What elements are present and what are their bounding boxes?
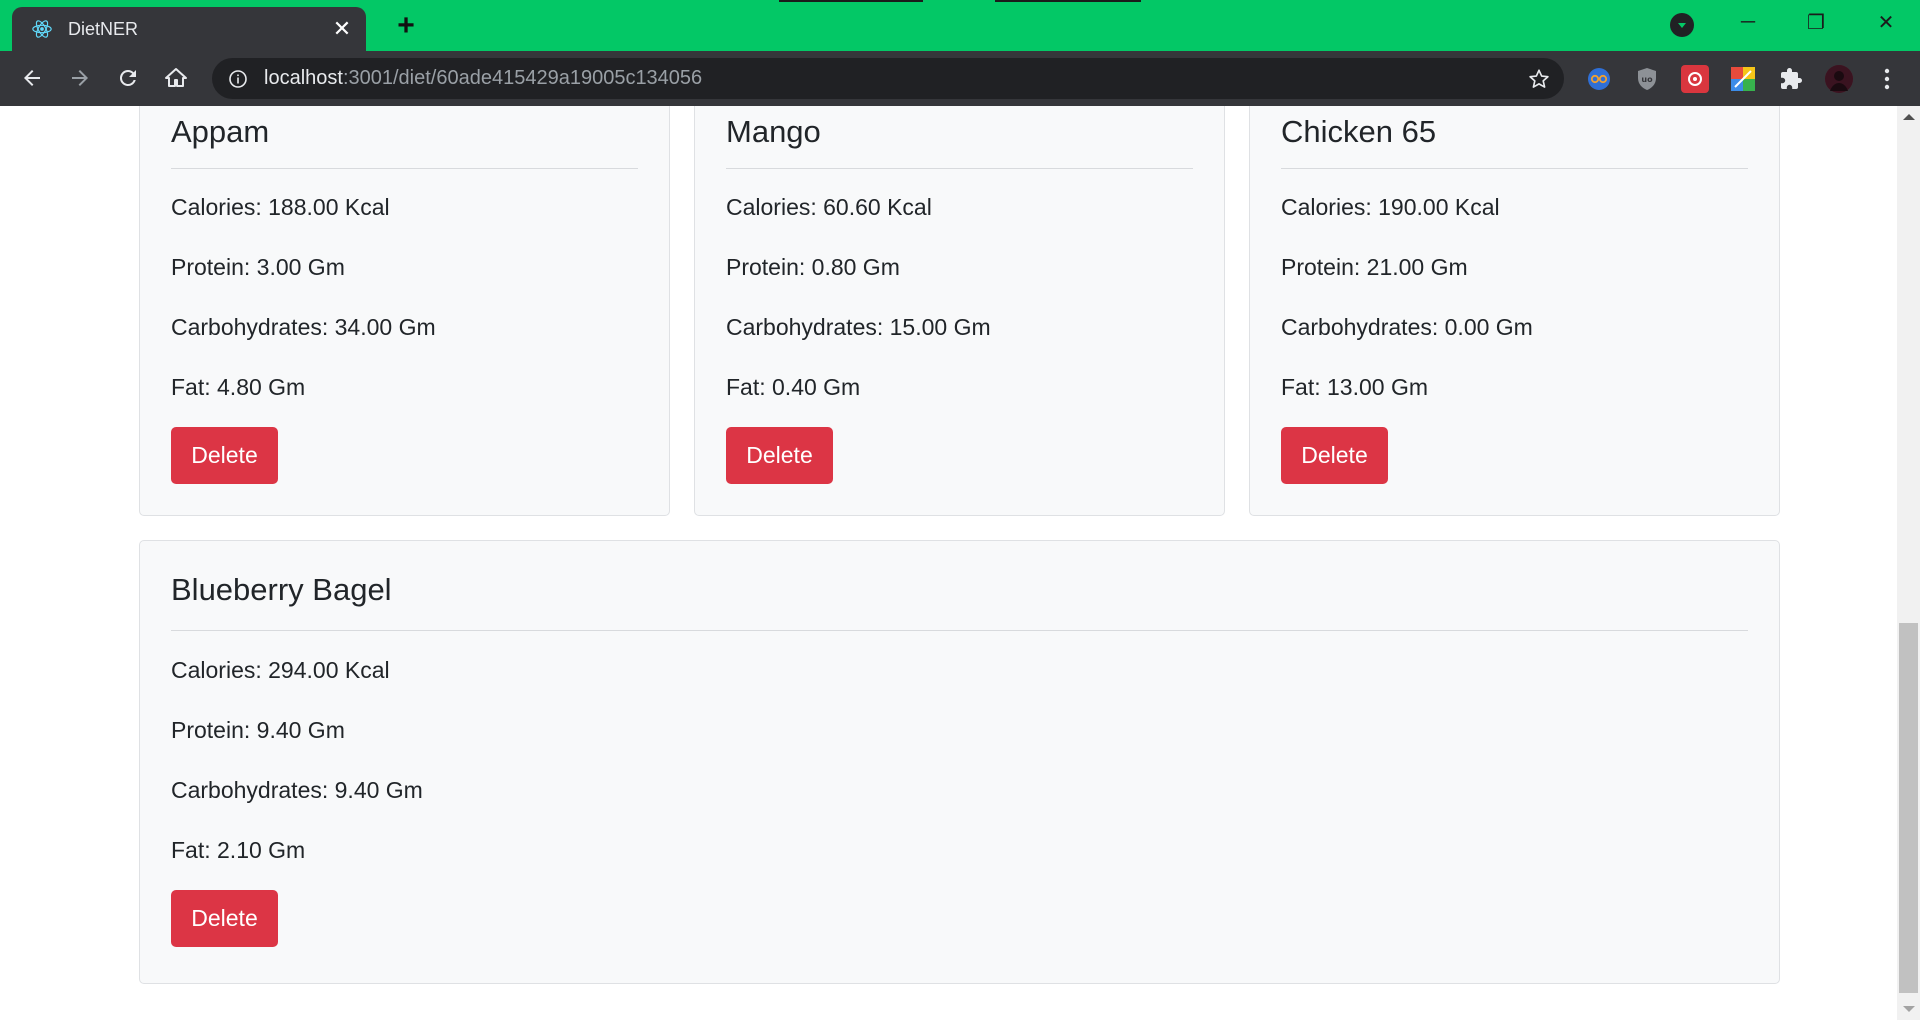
card-divider — [171, 630, 1748, 631]
bookmark-star-icon[interactable] — [1526, 66, 1552, 92]
delete-button[interactable]: Delete — [171, 890, 278, 947]
protein-text: Protein: 21.00 Gm — [1281, 254, 1468, 280]
fat-text: Fat: 13.00 Gm — [1281, 374, 1429, 400]
forward-button[interactable] — [62, 60, 98, 96]
browser-titlebar: DietNER ✕ + ─ ❐ ✕ — [0, 0, 1920, 51]
delete-button[interactable]: Delete — [1281, 427, 1388, 484]
svg-text:uo: uo — [1641, 75, 1653, 84]
address-bar[interactable]: localhost:3001/diet/60ade415429a19005c13… — [212, 58, 1564, 99]
close-icon[interactable]: ✕ — [328, 15, 356, 43]
calories-text: Calories: 294.00 Kcal — [171, 657, 390, 683]
protein-text: Protein: 3.00 Gm — [171, 254, 345, 280]
url-host: localhost — [264, 67, 343, 89]
arrow-right-icon — [72, 70, 88, 86]
card-divider — [171, 168, 638, 169]
profile-avatar[interactable] — [1825, 65, 1853, 93]
reload-button[interactable] — [110, 60, 146, 96]
extension-colorful-icon[interactable] — [1729, 65, 1757, 93]
new-tab-button[interactable]: + — [389, 9, 423, 42]
tab-search-icon[interactable] — [1670, 13, 1694, 37]
extension-shield-icon[interactable]: uo — [1633, 65, 1661, 93]
protein-text: Protein: 0.80 Gm — [726, 254, 900, 280]
browser-toolbar: localhost:3001/diet/60ade415429a19005c13… — [0, 51, 1920, 106]
scroll-down-icon[interactable] — [1903, 1006, 1915, 1012]
carbs-text: Carbohydrates: 9.40 Gm — [171, 777, 423, 803]
browser-tab[interactable]: DietNER ✕ — [12, 7, 366, 51]
restore-button[interactable]: ❐ — [1788, 0, 1844, 44]
url-path: :3001/diet/60ade415429a19005c134056 — [342, 67, 703, 89]
minimize-button[interactable]: ─ — [1720, 0, 1776, 44]
fat-text: Fat: 4.80 Gm — [171, 374, 306, 400]
calories-text: Calories: 190.00 Kcal — [1281, 194, 1500, 220]
delete-button[interactable]: Delete — [171, 427, 278, 484]
extensions-puzzle-icon[interactable] — [1777, 65, 1805, 93]
delete-button[interactable]: Delete — [726, 427, 833, 484]
extension-glasses-icon[interactable] — [1585, 65, 1613, 93]
carbs-text: Carbohydrates: 15.00 Gm — [726, 314, 991, 340]
food-name: Chicken 65 — [1281, 114, 1437, 149]
home-button[interactable] — [158, 60, 194, 96]
menu-kebab-icon[interactable] — [1873, 65, 1901, 93]
window-strip — [779, 0, 923, 2]
card-divider — [1281, 168, 1748, 169]
food-card: Appam Calories: 188.00 Kcal Protein: 3.0… — [139, 106, 670, 516]
page-scrollbar[interactable] — [1897, 106, 1920, 1020]
window-strip — [995, 0, 1141, 2]
extension-red-icon[interactable] — [1681, 65, 1709, 93]
fat-text: Fat: 2.10 Gm — [171, 837, 306, 863]
calories-text: Calories: 60.60 Kcal — [726, 194, 932, 220]
info-icon[interactable] — [226, 67, 250, 91]
card-divider — [726, 168, 1193, 169]
food-name: Appam — [171, 114, 270, 149]
page-viewport: Appam Calories: 188.00 Kcal Protein: 3.0… — [0, 106, 1897, 1020]
arrow-left-icon — [24, 70, 40, 86]
fat-text: Fat: 0.40 Gm — [726, 374, 861, 400]
back-button[interactable] — [14, 60, 50, 96]
food-name: Mango — [726, 114, 821, 149]
food-card: Chicken 65 Calories: 190.00 Kcal Protein… — [1249, 106, 1780, 516]
food-card: Blueberry Bagel Calories: 294.00 Kcal Pr… — [139, 540, 1780, 984]
scroll-up-icon[interactable] — [1903, 114, 1915, 120]
carbs-text: Carbohydrates: 34.00 Gm — [171, 314, 436, 340]
reload-icon — [119, 69, 136, 86]
scrollbar-thumb[interactable] — [1899, 623, 1918, 993]
protein-text: Protein: 9.40 Gm — [171, 717, 345, 743]
food-name: Blueberry Bagel — [171, 572, 392, 607]
calories-text: Calories: 188.00 Kcal — [171, 194, 390, 220]
react-icon — [30, 17, 54, 41]
food-card: Mango Calories: 60.60 Kcal Protein: 0.80… — [694, 106, 1225, 516]
window-close-button[interactable]: ✕ — [1858, 0, 1914, 44]
home-icon — [165, 68, 187, 87]
tab-title: DietNER — [68, 18, 139, 39]
carbs-text: Carbohydrates: 0.00 Gm — [1281, 314, 1533, 340]
